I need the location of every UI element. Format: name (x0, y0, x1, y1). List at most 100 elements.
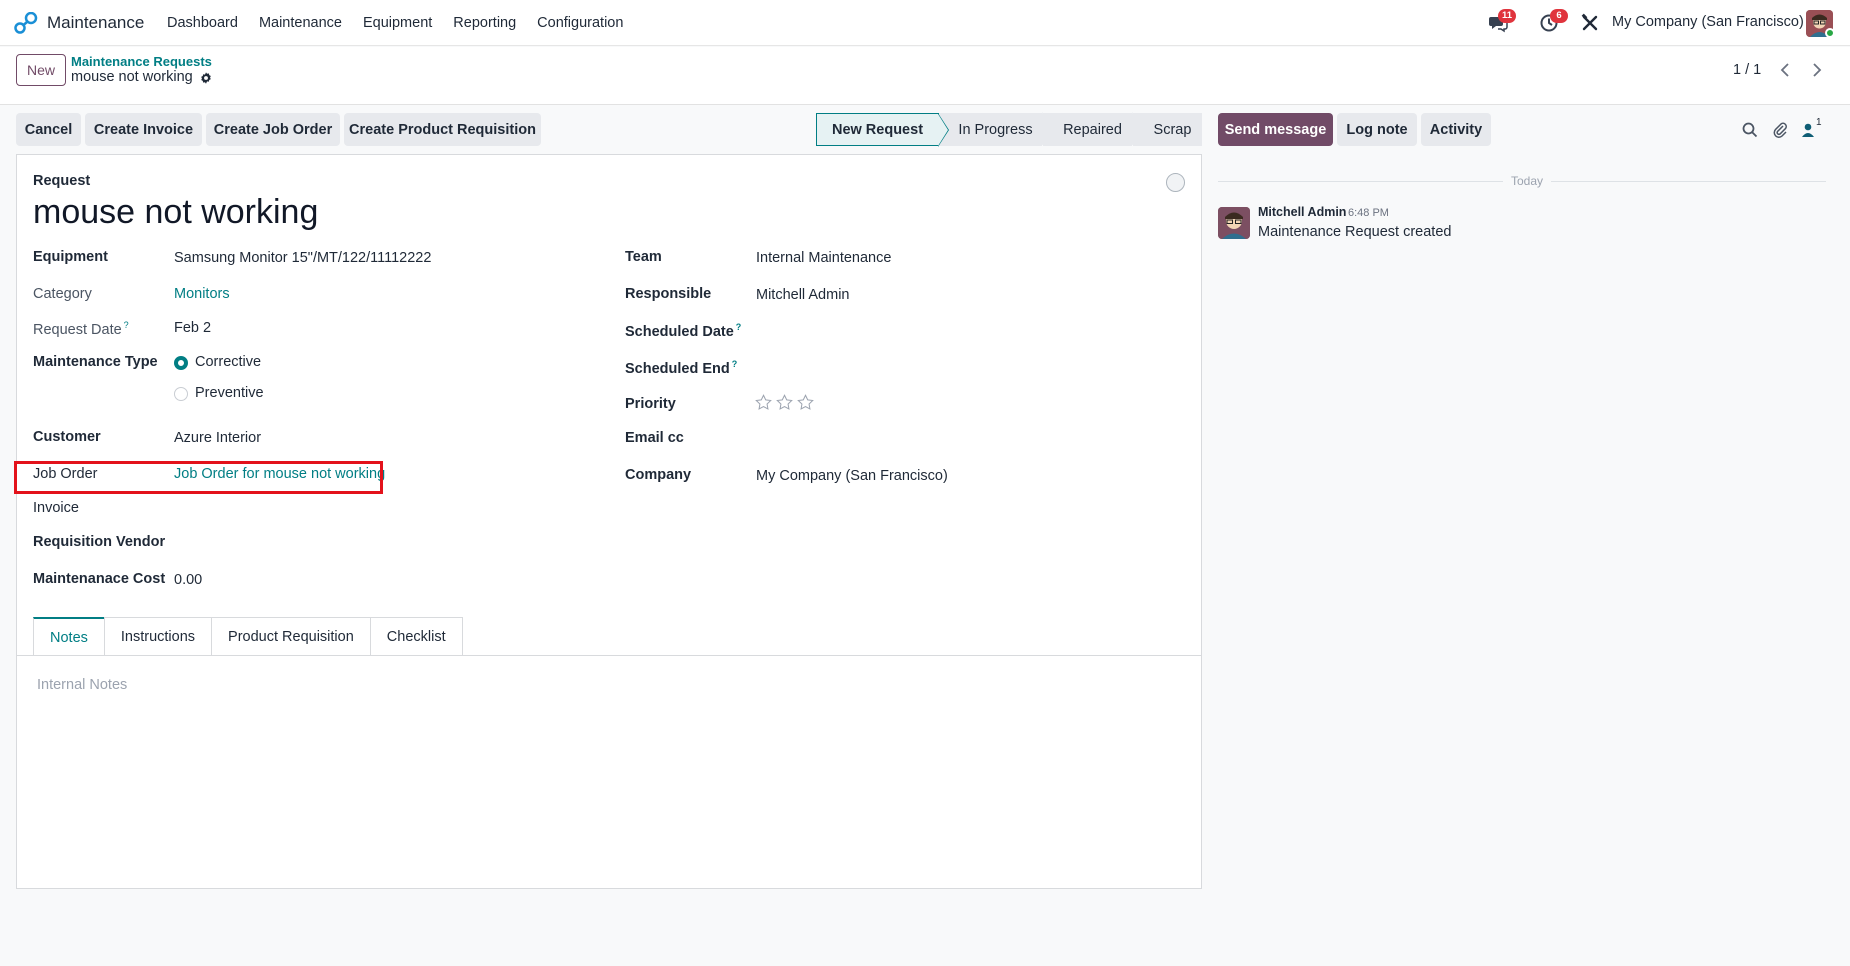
message-timestamp: 6:48 PM (1348, 207, 1389, 219)
menu-item-maintenance[interactable]: Maintenance (259, 15, 342, 31)
new-button[interactable]: New (16, 54, 66, 86)
stage-label: Repaired (1063, 121, 1122, 138)
request-date-label: Request Date? (33, 320, 129, 338)
form-sheet: Request mouse not working Equipment Sams… (14, 154, 1202, 889)
search-icon[interactable] (1742, 122, 1758, 138)
app-name[interactable]: Maintenance (47, 13, 144, 33)
message-body: Maintenance Request created (1258, 224, 1452, 240)
tab-notes[interactable]: Notes (33, 617, 105, 656)
help-tooltip-icon[interactable]: ? (732, 359, 738, 369)
chevron-right-icon (1813, 63, 1822, 77)
followers-count: 1 (1816, 117, 1822, 128)
menu-item-reporting[interactable]: Reporting (453, 15, 516, 31)
invoice-label: Invoice (33, 500, 79, 516)
radio-preventive[interactable] (174, 387, 188, 401)
maintenance-cost-label: Maintenanace Cost (33, 571, 166, 587)
category-field[interactable]: Monitors (174, 286, 230, 302)
menu-item-configuration[interactable]: Configuration (537, 15, 623, 31)
main-menu: Dashboard Maintenance Equipment Reportin… (167, 15, 644, 31)
customer-label: Customer (33, 429, 101, 445)
followers-icon[interactable] (1801, 122, 1815, 138)
breadcrumb-link[interactable]: Maintenance Requests (71, 54, 212, 69)
maintenance-type-label: Maintenance Type (33, 354, 158, 370)
activity-button[interactable]: Activity (1421, 113, 1491, 146)
tab-product-requisition[interactable]: Product Requisition (211, 617, 371, 656)
stage-label: New Request (831, 121, 924, 138)
cancel-button[interactable]: Cancel (16, 113, 81, 146)
tab-checklist[interactable]: Checklist (369, 617, 463, 656)
menu-item-dashboard[interactable]: Dashboard (167, 15, 238, 31)
radio-preventive-label[interactable]: Preventive (195, 385, 264, 401)
scheduled-date-label-text: Scheduled Date (625, 323, 734, 340)
priority-stars (755, 394, 814, 411)
control-panel: New Maintenance Requests mouse not worki… (0, 47, 1850, 105)
request-title[interactable]: mouse not working (33, 193, 318, 232)
scheduled-end-label-text: Scheduled End (625, 360, 730, 377)
scheduled-end-label: Scheduled End? (625, 359, 737, 377)
notebook-tabs: Notes Instructions Product Requisition C… (33, 617, 463, 656)
message-author-avatar[interactable] (1218, 207, 1250, 239)
requisition-vendor-label: Requisition Vendor (33, 534, 166, 550)
tab-divider (17, 655, 1201, 656)
breadcrumb-current-record: mouse not working (71, 69, 193, 85)
request-date-field[interactable]: Feb 2 (174, 320, 211, 336)
gear-icon[interactable] (199, 71, 213, 85)
request-label: Request (33, 173, 91, 189)
menu-item-equipment[interactable]: Equipment (363, 15, 432, 31)
maintenance-cost-field[interactable]: 0.00 (174, 572, 202, 588)
radio-corrective-label[interactable]: Corrective (195, 354, 261, 370)
responsible-label: Responsible (625, 286, 712, 302)
category-label: Category (33, 286, 92, 302)
tab-instructions[interactable]: Instructions (103, 617, 213, 656)
stage-label: Scrap (1153, 121, 1192, 138)
pager-value[interactable]: 1 / 1 (1733, 62, 1761, 78)
activities-badge: 6 (1550, 9, 1568, 23)
company-switcher[interactable]: My Company (San Francisco) (1612, 14, 1804, 30)
online-status-dot (1825, 28, 1835, 38)
customer-field[interactable]: Azure Interior (174, 430, 261, 446)
pager-previous-button[interactable] (1773, 59, 1797, 81)
internal-notes-field[interactable]: Internal Notes (37, 677, 127, 693)
tools-icon[interactable] (1580, 13, 1600, 33)
star-icon[interactable] (776, 394, 793, 411)
request-date-label-text: Request Date (33, 321, 122, 338)
date-separator: Today (1503, 174, 1552, 188)
pager-next-button[interactable] (1805, 59, 1829, 81)
stage-arrow (938, 114, 948, 146)
create-product-requisition-button[interactable]: Create Product Requisition (344, 113, 541, 146)
message-author[interactable]: Mitchell Admin (1258, 205, 1346, 219)
equipment-field[interactable]: Samsung Monitor 15"/MT/122/11112222 (174, 250, 431, 266)
create-invoice-button[interactable]: Create Invoice (85, 113, 202, 146)
team-label: Team (625, 249, 662, 265)
company-field[interactable]: My Company (San Francisco) (756, 468, 948, 484)
top-navbar: Maintenance Dashboard Maintenance Equipm… (0, 0, 1850, 46)
maintenance-app-icon[interactable] (14, 12, 38, 34)
radio-corrective[interactable] (174, 356, 188, 370)
stage-label: In Progress (958, 121, 1033, 138)
kanban-state-indicator[interactable] (1166, 173, 1185, 192)
create-job-order-button[interactable]: Create Job Order (206, 113, 340, 146)
star-icon[interactable] (797, 394, 814, 411)
team-field[interactable]: Internal Maintenance (756, 250, 891, 266)
responsible-field[interactable]: Mitchell Admin (756, 287, 849, 303)
paperclip-icon[interactable] (1772, 122, 1788, 138)
help-tooltip-icon[interactable]: ? (736, 322, 742, 332)
email-cc-label: Email cc (625, 430, 684, 446)
company-label: Company (625, 467, 692, 483)
chevron-left-icon (1780, 63, 1789, 77)
stage-new-request[interactable]: New Request (816, 113, 949, 147)
stage-repaired[interactable]: Repaired (1042, 112, 1143, 146)
help-tooltip-icon[interactable]: ? (124, 320, 129, 330)
log-note-button[interactable]: Log note (1337, 113, 1417, 146)
stage-arrow (1042, 112, 1053, 146)
send-message-button[interactable]: Send message (1218, 113, 1333, 146)
messages-badge: 11 (1498, 9, 1517, 23)
scheduled-date-label: Scheduled Date? (625, 322, 741, 340)
stage-in-progress[interactable]: In Progress (939, 112, 1053, 146)
action-bar: Cancel Create Invoice Create Job Order C… (0, 106, 1850, 154)
job-order-highlight-box (14, 461, 383, 494)
stage-arrow (1132, 112, 1143, 146)
status-bar: New Request In Progress Repaired Scrap (816, 112, 1202, 147)
equipment-label: Equipment (33, 249, 108, 265)
star-icon[interactable] (755, 394, 772, 411)
